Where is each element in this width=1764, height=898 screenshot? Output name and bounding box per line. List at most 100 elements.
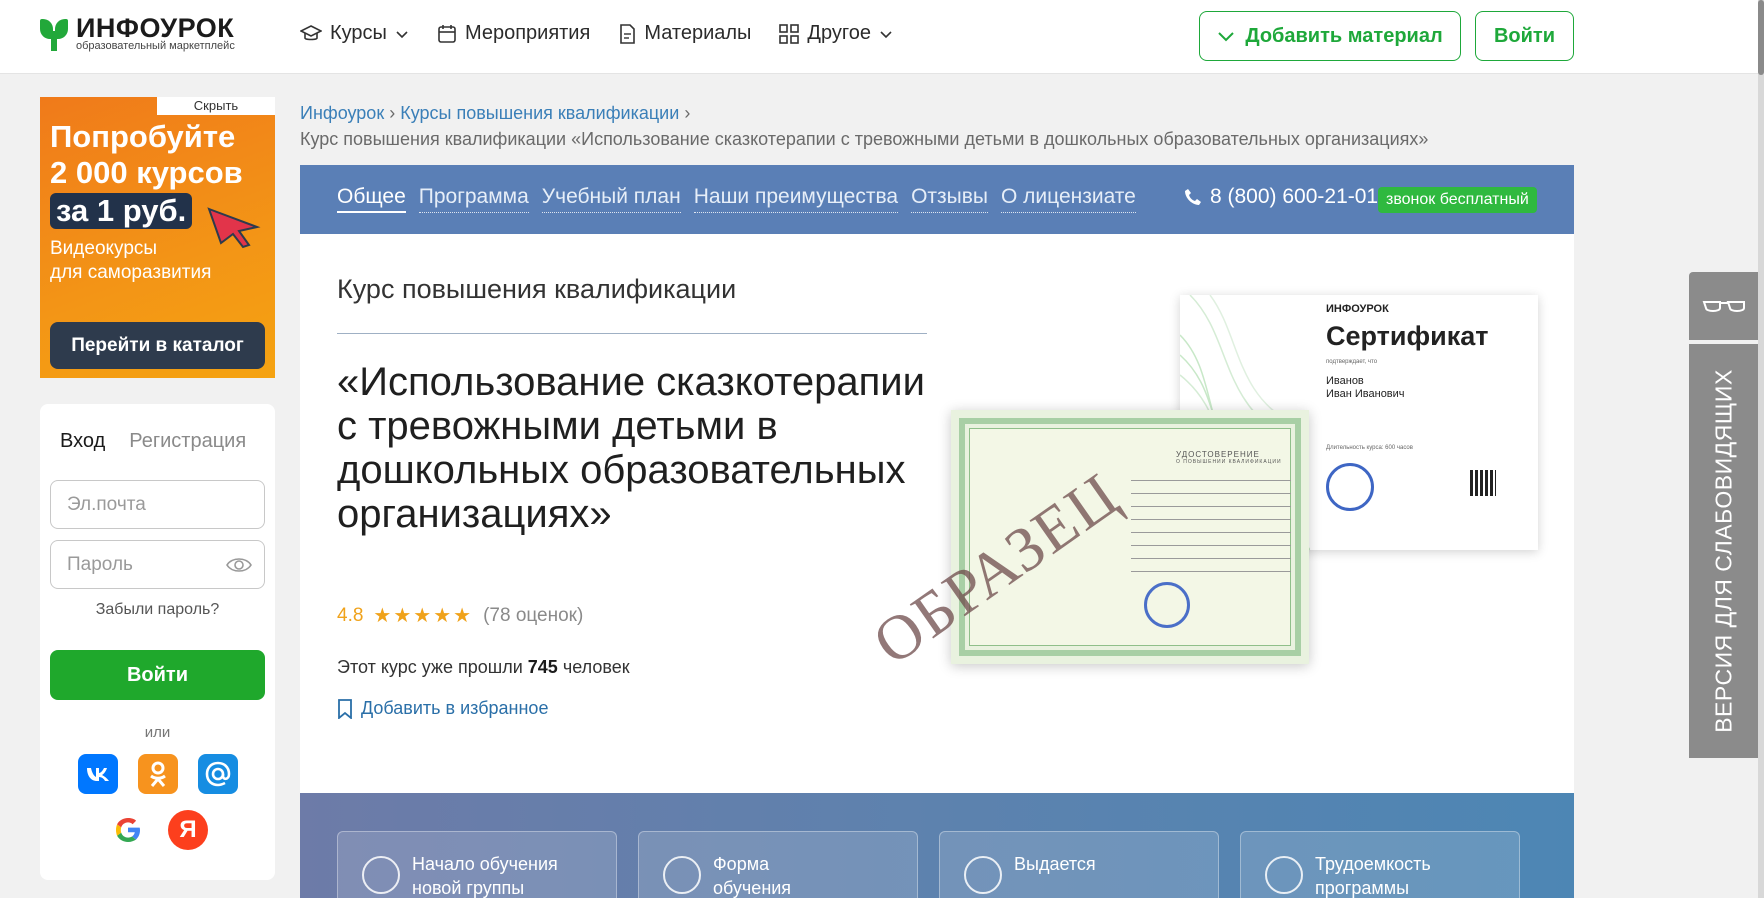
- course-tabs: Общее Программа Учебный план Наши преиму…: [337, 185, 1136, 213]
- qr-code-icon: [1470, 470, 1496, 496]
- course-title: «Использование сказкотерапии с тревожным…: [337, 360, 925, 536]
- breadcrumb-current: Курс повышения квалификации «Использован…: [300, 129, 1429, 149]
- login-submit-button[interactable]: Войти: [50, 650, 265, 700]
- group-icon: [362, 856, 400, 894]
- header-login-button[interactable]: Войти: [1475, 11, 1574, 61]
- info-card-issued: Выдается: [939, 831, 1219, 898]
- social-login: Я: [78, 754, 238, 850]
- forgot-password-link[interactable]: Забыли пароль?: [40, 601, 275, 619]
- certificate-confirms: подтверждает, что: [1326, 359, 1378, 365]
- site-header: ИНФОУРОК образовательный маркетплейс Кур…: [0, 0, 1764, 74]
- yandex-icon[interactable]: Я: [168, 810, 208, 850]
- tab-login[interactable]: Вход: [60, 430, 105, 453]
- diploma-title-text: УДОСТОВЕРЕНИЕ: [1176, 450, 1260, 459]
- password-placeholder: Пароль: [67, 553, 133, 575]
- phone-link[interactable]: 8 (800) 600-21-01: [1184, 185, 1378, 209]
- free-call-badge: звонок бесплатный: [1378, 187, 1537, 213]
- graduation-cap-icon: [300, 24, 322, 40]
- calendar-icon: [438, 24, 456, 43]
- info-label-1: Трудоемкость: [1315, 854, 1431, 874]
- passed-prefix: Этот курс уже прошли: [337, 657, 523, 677]
- vk-icon[interactable]: [78, 754, 118, 794]
- nav-materials[interactable]: Материалы: [618, 22, 751, 45]
- breadcrumb-section[interactable]: Курсы повышения квалификации: [400, 103, 679, 123]
- seal-icon: [1326, 463, 1374, 511]
- tab-licensee[interactable]: О лицензиате: [1001, 185, 1136, 213]
- scrollbar-thumb[interactable]: [1758, 0, 1764, 75]
- nav-other-label: Другое: [807, 22, 871, 44]
- nav-courses[interactable]: Курсы: [300, 22, 409, 45]
- tab-register[interactable]: Регистрация: [129, 430, 246, 453]
- course-tabs-bar: Общее Программа Учебный план Наши преиму…: [300, 165, 1574, 234]
- scrollbar[interactable]: [1758, 0, 1764, 898]
- logo-title: ИНФОУРОК: [76, 13, 235, 43]
- diploma-lines: [1131, 480, 1291, 584]
- eye-icon[interactable]: [226, 554, 252, 576]
- google-icon[interactable]: [108, 810, 148, 850]
- add-material-button[interactable]: Добавить материал: [1199, 11, 1461, 61]
- rating-score: 4.8: [337, 604, 364, 626]
- promo-hide-link[interactable]: Скрыть: [157, 97, 275, 115]
- phone-icon: [1185, 189, 1201, 205]
- course-info-strip: Начало обучения новой группы Форма обуче…: [300, 793, 1574, 898]
- glasses-icon: [1702, 301, 1745, 312]
- info-card-label: Начало обучения новой группы: [412, 852, 558, 898]
- chevron-down-icon: [1218, 32, 1235, 42]
- accessibility-version-tab[interactable]: ВЕРСИЯ ДЛЯ СЛАБОВИДЯЩИХ: [1689, 344, 1759, 758]
- main-nav: Курсы Мероприятия Материалы Другое: [300, 22, 893, 45]
- info-label-2: программы: [1315, 878, 1410, 898]
- info-card-label: Трудоемкость программы: [1315, 852, 1431, 898]
- chevron-down-icon: [396, 30, 408, 38]
- catalog-button[interactable]: Перейти в каталог: [50, 322, 265, 369]
- add-to-favorites-link[interactable]: Добавить в избранное: [337, 698, 548, 719]
- tab-reviews[interactable]: Отзывы: [911, 185, 988, 213]
- nav-other[interactable]: Другое: [779, 22, 893, 45]
- laptop-icon: [663, 856, 701, 894]
- document-icon: [620, 23, 636, 44]
- email-field[interactable]: Эл.почта: [50, 480, 265, 529]
- odnoklassniki-icon[interactable]: [138, 754, 178, 794]
- info-label-1: Начало обучения: [412, 854, 558, 874]
- bookmark-icon: [338, 698, 352, 719]
- grid-icon: [779, 23, 800, 44]
- breadcrumb-home[interactable]: Инфоурок: [300, 103, 384, 123]
- logo-leaf-icon: [40, 17, 70, 51]
- passed-count-text: Этот курс уже прошли 745 человек: [337, 657, 630, 678]
- tab-advantages[interactable]: Наши преимущества: [693, 185, 899, 213]
- holder-surname: Иванов: [1326, 375, 1364, 387]
- breadcrumb-separator: ›: [389, 103, 396, 123]
- promo-banner[interactable]: Скрыть Попробуйте 2 000 курсов за 1 руб.…: [40, 97, 275, 378]
- rating-count[interactable]: (78 оценок): [483, 605, 583, 627]
- nav-events-label: Мероприятия: [464, 22, 591, 44]
- promo-line-1: Попробуйте: [50, 119, 236, 154]
- logo-subtitle: образовательный маркетплейс: [76, 40, 235, 52]
- certificate-holder: Иванов Иван Иванович: [1326, 375, 1405, 401]
- info-card-form: Форма обучения: [638, 831, 918, 898]
- tab-program[interactable]: Программа: [418, 185, 529, 213]
- certificate-title: Сертификат: [1326, 321, 1489, 351]
- promo-sub-1: Видеокурсы: [50, 238, 158, 259]
- login-tabs: Вход Регистрация: [60, 430, 246, 453]
- site-logo[interactable]: ИНФОУРОК образовательный маркетплейс: [40, 13, 235, 52]
- tab-curriculum[interactable]: Учебный план: [541, 185, 681, 213]
- info-label-1: Форма: [713, 854, 770, 874]
- passed-suffix: человек: [562, 657, 630, 677]
- favorites-label: Добавить в избранное: [361, 698, 549, 718]
- nav-courses-label: Курсы: [330, 22, 387, 44]
- chevron-down-icon: [880, 30, 892, 38]
- cursor-icon: [207, 207, 261, 249]
- tab-general[interactable]: Общее: [337, 185, 406, 213]
- promo-line-2: 2 000 курсов: [50, 155, 243, 190]
- accessibility-label: ВЕРСИЯ ДЛЯ СЛАБОВИДЯЩИХ: [1710, 369, 1737, 733]
- info-card-label: Форма обучения: [713, 852, 791, 898]
- passed-count: 745: [527, 657, 558, 677]
- title-divider: [337, 333, 927, 334]
- info-label-2: обучения: [713, 878, 792, 898]
- password-field[interactable]: Пароль: [50, 540, 265, 589]
- accessibility-toggle[interactable]: [1689, 272, 1759, 340]
- or-separator: или: [144, 724, 171, 741]
- document-icon: [964, 856, 1002, 894]
- info-label-1: Выдается: [1014, 854, 1096, 874]
- mail-icon[interactable]: [198, 754, 238, 794]
- nav-events[interactable]: Мероприятия: [437, 22, 590, 45]
